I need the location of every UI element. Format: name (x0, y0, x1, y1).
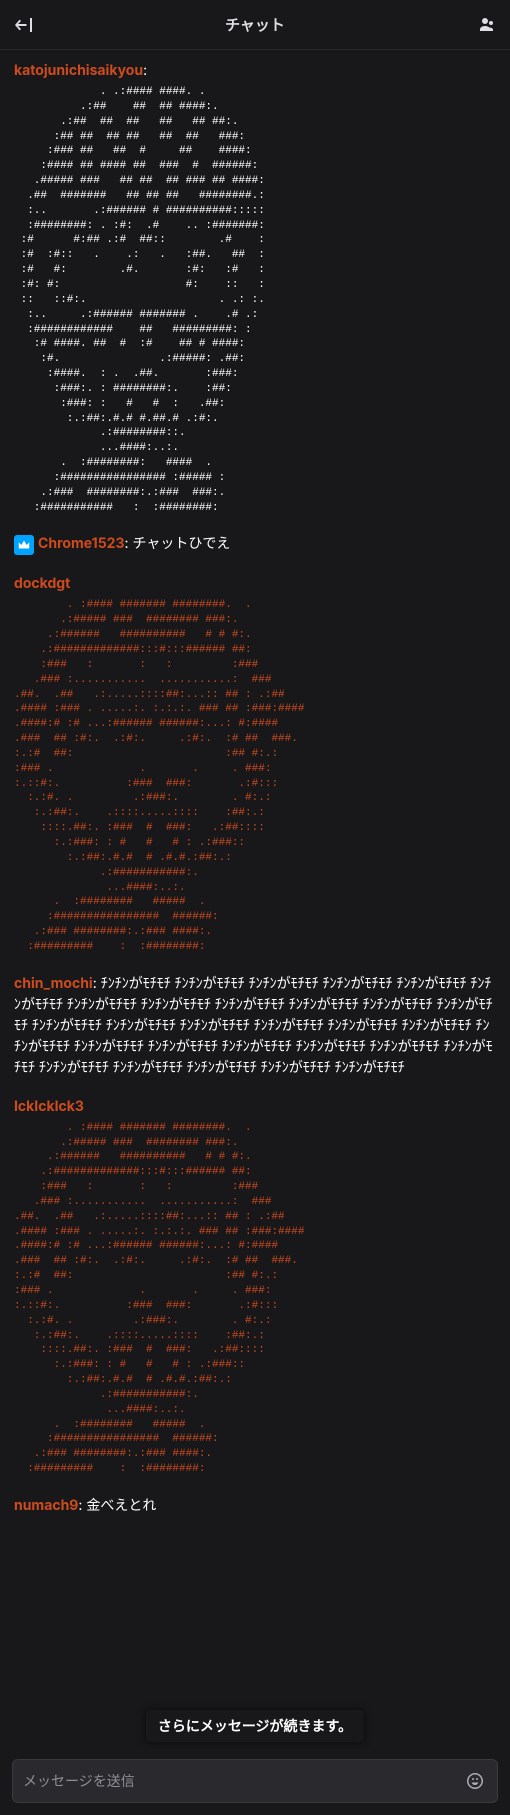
collapse-chat-button[interactable] (10, 10, 40, 40)
chat-message: dockdgt . :#### ####### ########. . .:##… (14, 573, 496, 954)
chat-title: チャット (40, 14, 470, 35)
chat-input-wrap (12, 1759, 498, 1803)
chat-message: IckIckIck3 . :#### ####### ########. . .… (14, 1096, 496, 1477)
ascii-art: . .:#### ####. . .:## ## ## ####:. .:## … (14, 85, 496, 515)
chat-message-list[interactable]: katojunichisaikyou: . .:#### ####. . .:#… (0, 50, 510, 1750)
chat-username[interactable]: chin_mochi (14, 975, 93, 992)
community-icon (475, 15, 495, 35)
chat-message: katojunichisaikyou: . .:#### ####. . .:#… (14, 60, 496, 515)
chat-username[interactable]: Chrome1523 (38, 535, 125, 552)
ascii-art: . :#### ####### ########. . .:##### ### … (14, 1121, 496, 1477)
crown-icon (17, 538, 31, 552)
emote-picker-button[interactable] (463, 1769, 487, 1793)
collapse-icon (15, 15, 35, 35)
chat-header: チャット (0, 0, 510, 50)
chat-username[interactable]: numach9 (14, 1497, 78, 1514)
subscriber-badge (14, 535, 34, 555)
community-button[interactable] (470, 10, 500, 40)
chat-text: チャットひでえ (133, 535, 231, 552)
chat-username[interactable]: IckIckIck3 (14, 1098, 84, 1115)
smile-icon (465, 1771, 485, 1791)
chat-input[interactable] (23, 1773, 463, 1789)
chat-message: chin_mochi: ﾁﾝﾁﾝがﾓﾁﾓﾁ ﾁﾝﾁﾝがﾓﾁﾓﾁ ﾁﾝﾁﾝがﾓﾁﾓ… (14, 973, 496, 1078)
chat-username[interactable]: dockdgt (14, 575, 70, 592)
chat-username[interactable]: katojunichisaikyou (14, 62, 143, 79)
ascii-art: . :#### ####### ########. . .:##### ### … (14, 598, 496, 954)
chat-text: 金べえとれ (86, 1497, 156, 1514)
scroll-to-bottom-toast[interactable]: さらにメッセージが続きます。 (146, 1710, 364, 1742)
chat-input-bar (0, 1749, 510, 1815)
chat-message: numach9: 金べえとれ (14, 1495, 496, 1516)
chat-message: Chrome1523: チャットひでえ (14, 533, 496, 555)
